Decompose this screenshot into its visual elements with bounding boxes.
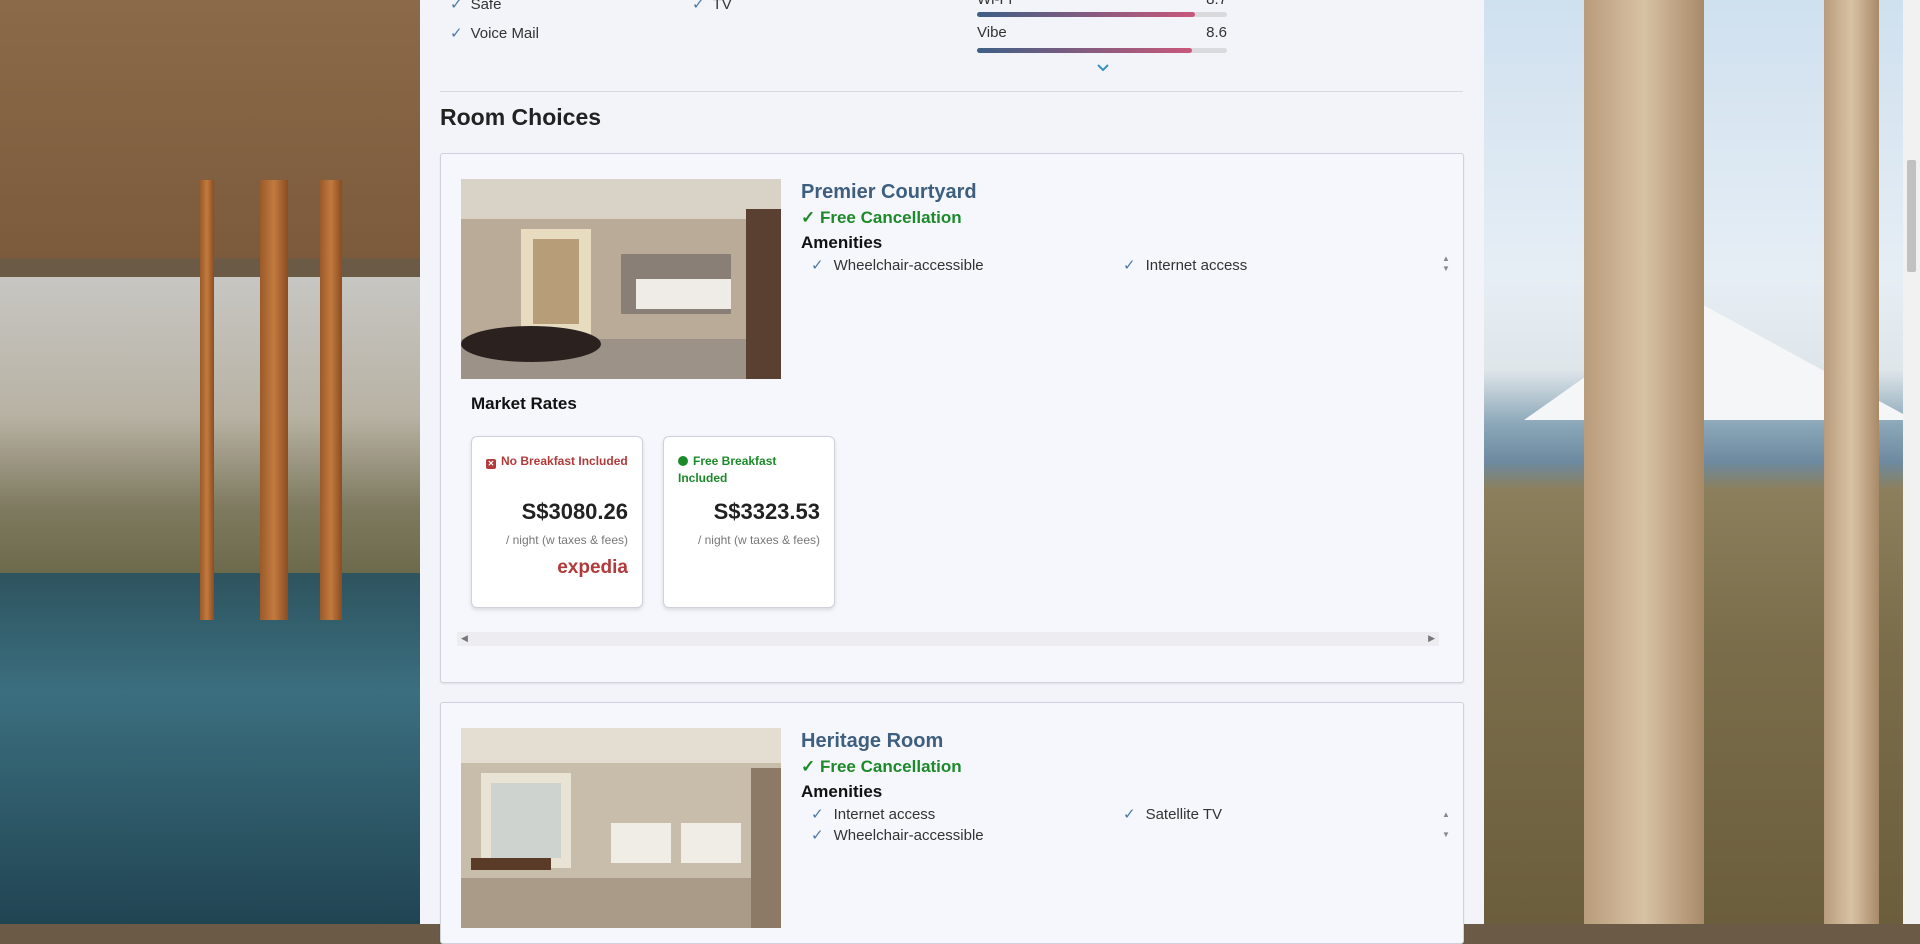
background-post [200,180,214,620]
page-scrollbar[interactable] [1903,0,1920,924]
check-icon: ✓ [811,806,824,823]
amenities-scrollbar[interactable]: ▲ ▼ [1439,254,1453,274]
provider-logo[interactable]: expedia [557,557,628,579]
background-post [260,180,288,620]
scroll-left-icon[interactable]: ◀ [461,633,468,644]
amenity-item: ✓ Internet access [1123,257,1248,274]
background-photo-left [0,0,420,924]
amenity-item: ✓ Wheelchair-accessible [811,257,984,274]
score-bar-wifi [977,12,1227,17]
background-post [320,180,342,620]
rate-note: / night (w taxes & fees) [697,533,820,547]
amenities-heading: Amenities [801,782,883,801]
amenity-item: ✓ Internet access [811,806,936,823]
amenity-item: ✓ Wheelchair-accessible [811,827,984,844]
check-icon: ✓ [450,0,463,13]
room-card: Heritage Room ✓ Free Cancellation Amenit… [440,702,1464,944]
rate-price: S$3323.53 [713,499,820,524]
room-name[interactable]: Heritage Room [801,730,943,753]
breakfast-icon [678,456,688,466]
no-breakfast-icon: ✕ [486,459,496,469]
free-cancellation-label: ✓ Free Cancellation [801,208,962,227]
section-divider [440,91,1463,92]
chevron-down-icon[interactable] [1096,60,1110,76]
check-icon: ✓ [1123,806,1136,823]
room-card: Premier Courtyard ✓ Free Cancellation Am… [440,153,1464,683]
room-photo[interactable] [461,728,781,928]
score-bar-fill [977,12,1195,17]
background-photo-right [1484,0,1920,924]
amenity-item: ✓ Safe [450,0,501,13]
amenity-item: ✓ TV [692,0,732,13]
check-icon: ✓ [1123,257,1136,274]
market-rates-title: Market Rates [471,394,577,413]
section-title: Room Choices [440,104,602,130]
rate-price: S$3080.26 [521,499,628,524]
breakfast-tag: ✕ No Breakfast Included [486,454,628,469]
scroll-right-icon[interactable]: ▶ [1428,633,1435,644]
check-icon: ✓ [692,0,705,13]
amenities-scrollbar[interactable]: ▲ ▼ [1439,805,1453,845]
rate-card[interactable]: ✕ No Breakfast Included S$3080.26 / night… [471,436,643,608]
room-photo[interactable] [461,179,781,379]
score-row-wifi: Wi-Fi 8.7 [977,0,1227,8]
background-pillar [1584,0,1704,924]
amenities-heading: Amenities [801,233,883,252]
check-icon: ✓ [450,25,463,42]
score-bar-fill [977,48,1192,53]
rate-note: / night (w taxes & fees) [505,533,628,547]
amenity-item: ✓ Voice Mail [450,25,539,42]
check-icon: ✓ [811,827,824,844]
amenity-item: ✓ Satellite TV [1123,806,1223,823]
page-scrollbar-thumb[interactable] [1907,160,1916,272]
room-name[interactable]: Premier Courtyard [801,181,977,204]
free-cancellation-label: ✓ Free Cancellation [801,757,962,776]
score-bar-vibe [977,48,1227,53]
background-pillar [1824,0,1879,924]
check-icon: ✓ [811,257,824,274]
score-row-vibe: Vibe 8.6 [977,24,1227,41]
breakfast-tag: Free Breakfast Included [678,454,777,485]
rate-card[interactable]: Free Breakfast Included S$3323.53 / nigh… [663,436,835,608]
rates-horizontal-scrollbar[interactable]: ◀ ▶ [457,632,1439,646]
